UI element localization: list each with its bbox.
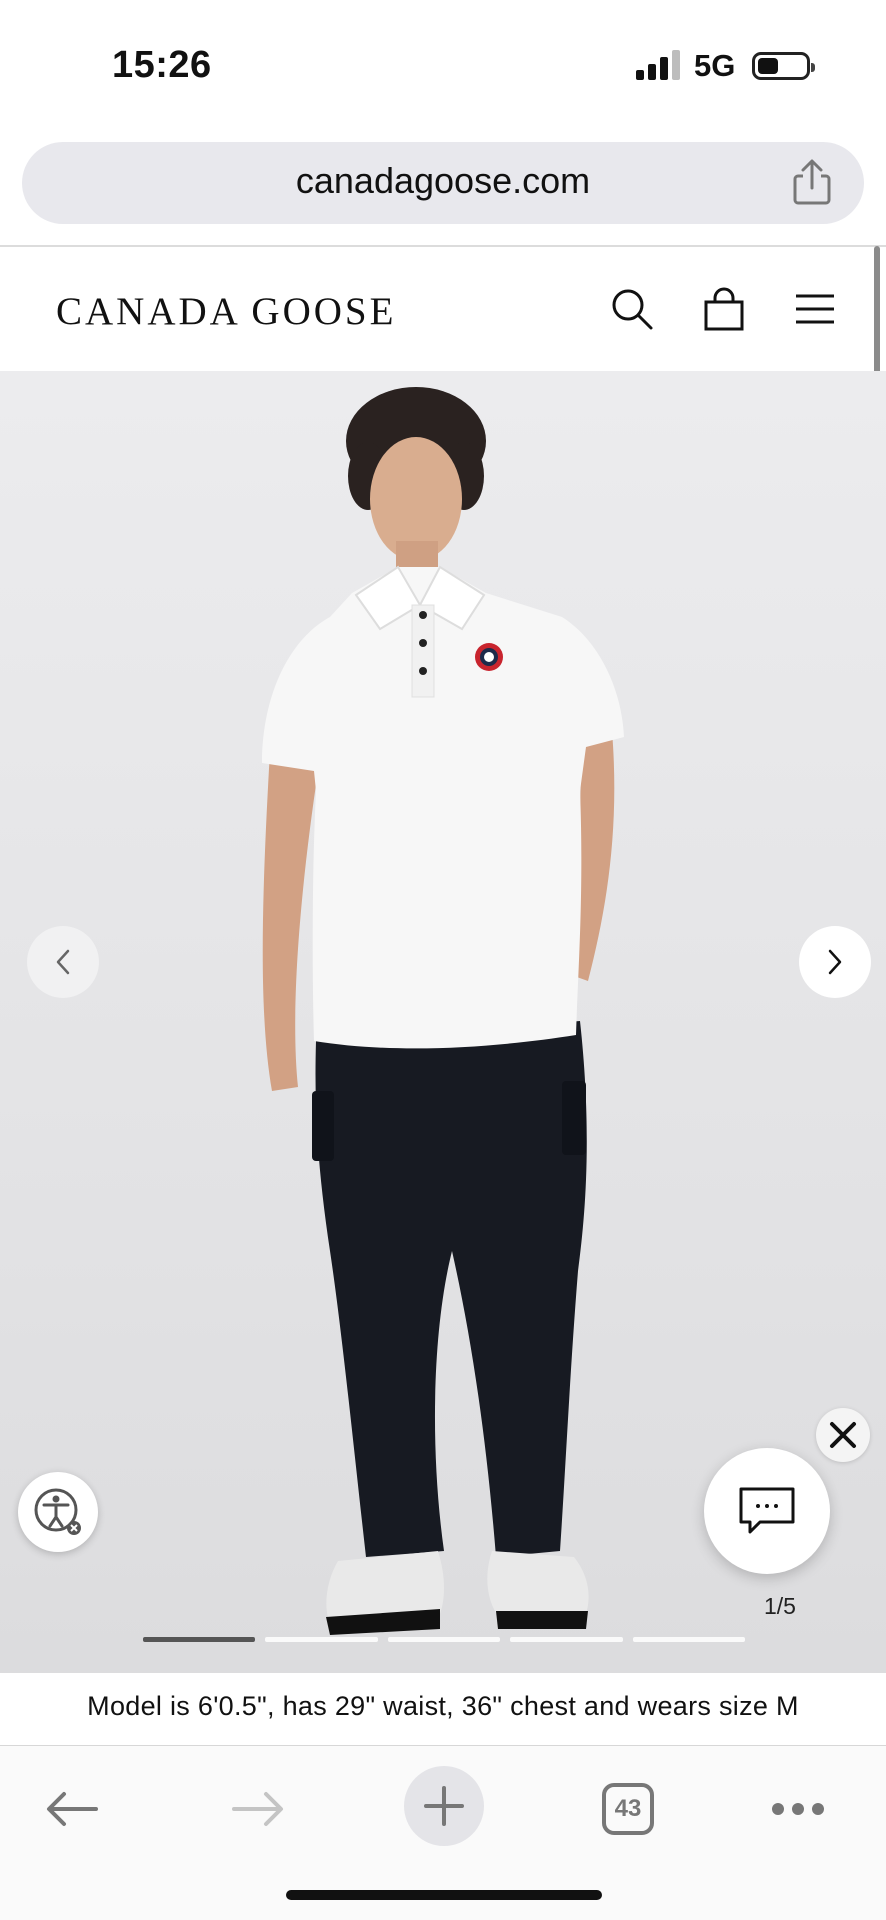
chat-bubble-icon [739, 1487, 795, 1534]
status-bar: 15:26 5G [0, 0, 886, 130]
gallery-progress [143, 1637, 746, 1642]
more-button[interactable] [758, 1774, 838, 1844]
hamburger-menu-icon[interactable] [790, 285, 838, 333]
home-indicator[interactable] [286, 1890, 602, 1900]
chevron-left-icon [56, 949, 70, 975]
forward-button[interactable] [218, 1774, 298, 1844]
progress-segment[interactable] [510, 1637, 623, 1642]
gallery-prev-button[interactable] [27, 926, 99, 998]
gallery-next-button[interactable] [799, 926, 871, 998]
close-icon [830, 1422, 856, 1448]
cellular-signal-icon [636, 50, 680, 80]
battery-icon [752, 52, 815, 80]
back-button[interactable] [32, 1774, 112, 1844]
tab-count: 43 [602, 1783, 654, 1835]
browser-toolbar: 43 [0, 1745, 886, 1920]
tabs-button[interactable]: 43 [588, 1774, 668, 1844]
model-info-text: Model is 6'0.5", has 29" waist, 36" ches… [87, 1691, 799, 1721]
progress-segment[interactable] [265, 1637, 378, 1642]
progress-segment[interactable] [387, 1637, 501, 1642]
chat-button[interactable] [704, 1448, 830, 1574]
new-tab-button[interactable] [404, 1766, 484, 1846]
product-gallery[interactable]: 1/5 [0, 371, 886, 1673]
image-counter: 1/5 [764, 1593, 796, 1619]
network-type: 5G [694, 48, 736, 83]
search-icon[interactable] [608, 285, 656, 333]
brand-logo[interactable]: CANADA GOOSE [56, 289, 396, 334]
address-bar[interactable]: canadagoose.com [22, 142, 864, 224]
progress-segment[interactable] [143, 1637, 256, 1642]
arrow-left-icon [47, 1792, 98, 1826]
url-text[interactable]: canadagoose.com [22, 160, 864, 202]
shopping-bag-icon[interactable] [700, 285, 748, 333]
model-info-caption: Model is 6'0.5", has 29" waist, 36" ches… [0, 1673, 886, 1745]
accessibility-icon [34, 1488, 81, 1535]
plus-icon [424, 1786, 464, 1826]
close-chat-button[interactable] [816, 1408, 870, 1462]
share-icon[interactable] [790, 158, 834, 206]
chevron-right-icon [828, 949, 842, 975]
arrow-right-icon [232, 1792, 283, 1826]
site-header: CANADA GOOSE [0, 247, 886, 371]
accessibility-button[interactable] [18, 1472, 98, 1552]
progress-segment[interactable] [632, 1637, 746, 1642]
status-time: 15:26 [112, 44, 212, 86]
ellipsis-icon [772, 1803, 824, 1815]
